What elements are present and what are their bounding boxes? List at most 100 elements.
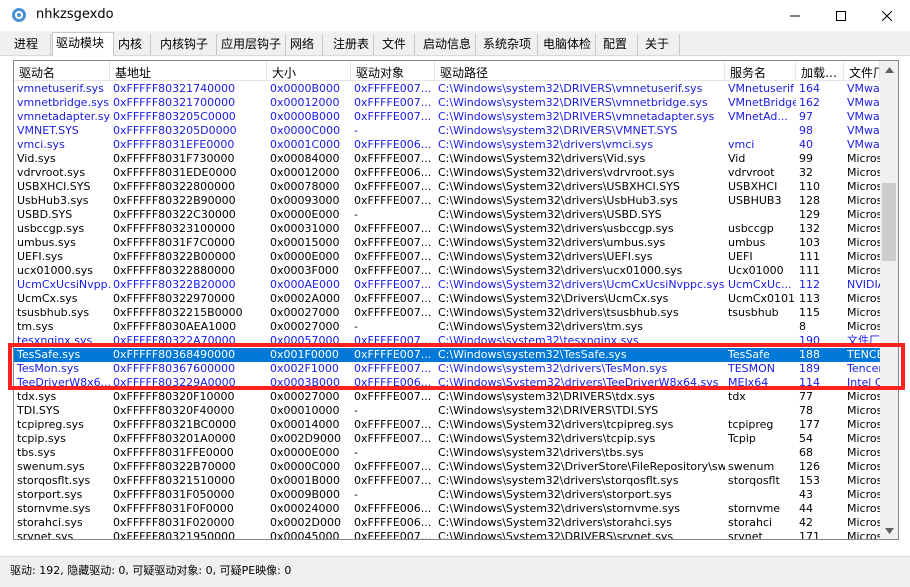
table-row[interactable]: umbus.sys 0xFFFFF8031F7C0000 0x00015000 0xF… [14, 236, 880, 250]
col-header-load-order[interactable]: 加载… [796, 61, 844, 81]
close-button[interactable] [864, 0, 910, 31]
table-row[interactable]: VMNET.SYS 0xFFFFF803205D0000 0x0000C000- C:… [14, 124, 880, 138]
cell-load-order: 78 [799, 404, 813, 417]
table-row[interactable]: storport.sys 0xFFFFF8031F050000 0x0009B000… [14, 488, 880, 502]
cell-driver-path: C:\Windows\System32\drivers\tcpipreg.sys [438, 418, 674, 431]
table-row[interactable]: ucx01000.sys 0xFFFFF80322880000 0x0003F000… [14, 264, 880, 278]
table-row[interactable]: TDI.SYS 0xFFFFF80320F40000 0x00010000 - C:\W… [14, 404, 880, 418]
table-row[interactable]: UsbHub3.sys 0xFFFFF80322B90000 0x00093000 0… [14, 194, 880, 208]
cell-base-address: 0xFFFFF80321700000 [113, 96, 236, 109]
cell-driver-path: C:\Windows\System32\drivers\tm.sys [438, 320, 643, 333]
cell-name: Vid.sys [17, 152, 56, 165]
cell-size: 0x0001C000 [270, 138, 341, 151]
cell-driver-object: 0xFFFFE006... [354, 376, 432, 389]
table-row[interactable]: vmnetbridge.sys 0xFFFFF80321700000 0x00012… [14, 96, 880, 110]
col-header-object[interactable]: 驱动对象 [351, 61, 435, 81]
maximize-button[interactable] [818, 0, 864, 31]
cell-size: 0x0001B000 [270, 474, 341, 487]
table-row[interactable]: usbccgp.sys 0xFFFFF80323100000 0x00031000 0… [14, 222, 880, 236]
cell-base-address: 0xFFFFF80322B70000 [113, 460, 236, 473]
tab-config[interactable]: 配置 [600, 34, 638, 55]
cell-name: USBD.SYS [17, 208, 73, 221]
cell-size: 0x00084000 [270, 152, 340, 165]
cell-vendor: Micros [847, 250, 880, 263]
table-row[interactable]: USBD.SYS 0xFFFFF80322C30000 0x0000E000 - C:\… [14, 208, 880, 222]
cell-driver-path: C:\Windows\System32\drivers\storport.sys [438, 488, 672, 501]
table-row[interactable]: vmnetadapter.sys 0xFFFFF803205C0000 0x0000… [14, 110, 880, 124]
table-row[interactable]: UcmCx.sys 0xFFFFF80322970000 0x0002A000 0xF… [14, 292, 880, 306]
table-row[interactable]: tbs.sys 0xFFFFF8031FFE0000 0x0000E000 - C:\W… [14, 446, 880, 460]
tab-process[interactable]: 进程 [11, 34, 51, 55]
tab-network[interactable]: 网络 [287, 34, 323, 55]
cell-load-order: 111 [799, 264, 820, 277]
cell-service-name: umbus [728, 236, 766, 249]
col-header-size[interactable]: 大小 [267, 61, 351, 81]
table-row[interactable]: tesxnginx.sys 0xFFFFF80322A70000 0x0005700… [14, 334, 880, 348]
cell-name: umbus.sys [17, 236, 76, 249]
table-row[interactable]: storahci.sys 0xFFFFF8031F020000 0x0002D000… [14, 516, 880, 530]
table-row[interactable]: USBXHCI.SYS 0xFFFFF80322800000 0x00078000 0… [14, 180, 880, 194]
vertical-scrollbar[interactable] [880, 61, 898, 539]
cell-load-order: 43 [799, 488, 813, 501]
cell-vendor: Micros [847, 180, 880, 193]
table-row[interactable]: TeeDriverW8x6... 0xFFFFF803229A0000 0x0003… [14, 376, 880, 390]
table-row[interactable]: Vid.sys 0xFFFFF8031F730000 0x00084000 0xFFF… [14, 152, 880, 166]
tab-kernel-hooks[interactable]: 内核钩子 [157, 34, 217, 55]
table-row[interactable]: swenum.sys 0xFFFFF80322B70000 0x0000C000 0x… [14, 460, 880, 474]
col-header-base[interactable]: 基地址 [110, 61, 267, 81]
table-row[interactable]: tm.sys 0xFFFFF8030AEA1000 0x00027000 - C:\Wi… [14, 320, 880, 334]
cell-driver-object: 0xFFFFE006... [354, 138, 432, 151]
cell-service-name: Vid [728, 152, 746, 165]
cell-name: vmnetbridge.sys [17, 96, 110, 109]
table-row[interactable]: TesMon.sys 0xFFFFF80367600000 0x002F1000 0x… [14, 362, 880, 376]
cell-driver-path: C:\Windows\system32\DRIVERS\VMNET.SYS [438, 124, 678, 137]
cell-driver-object: 0xFFFFE007... [354, 236, 432, 249]
driver-list[interactable]: 驱动名 基地址 大小 驱动对象 驱动路径 服务名 加载… 文件厂 vmnetus… [13, 60, 899, 540]
table-row[interactable]: tcpip.sys 0xFFFFF803201A0000 0x002D9000 0xF… [14, 432, 880, 446]
col-header-path[interactable]: 驱动路径 [435, 61, 725, 81]
scroll-down-button[interactable] [880, 522, 898, 539]
col-header-service[interactable]: 服务名 [725, 61, 796, 81]
table-row[interactable]: tsusbhub.sys 0xFFFFF8032215B0000 0x0002700… [14, 306, 880, 320]
cell-size: 0x000AE000 [270, 278, 340, 291]
tab-registry[interactable]: 注册表 [330, 34, 374, 55]
status-text: 驱动: 192, 隐藏驱动: 0, 可疑驱动对象: 0, 可疑PE映像: 0 [10, 564, 292, 577]
table-row[interactable]: UcmCxUcsiNvpp... 0xFFFFF80322B20000 0x000A… [14, 278, 880, 292]
tab-about[interactable]: 关于 [642, 34, 680, 55]
table-row[interactable]: storqosflt.sys 0xFFFFF80321510000 0x0001B0… [14, 474, 880, 488]
tab-app-hooks[interactable]: 应用层钩子 [218, 34, 286, 55]
tab-files[interactable]: 文件 [379, 34, 415, 55]
scroll-up-button[interactable] [880, 61, 898, 78]
cell-service-name: tsusbhub [728, 306, 779, 319]
table-row[interactable]: UEFI.sys 0xFFFFF80322B00000 0x0000E000 0xFF… [14, 250, 880, 264]
col-header-name[interactable]: 驱动名 [14, 61, 110, 81]
cell-vendor: VMwar [847, 82, 880, 95]
table-row[interactable]: stornvme.sys 0xFFFFF8031F0F0000 0x00024000… [14, 502, 880, 516]
cell-load-order: 44 [799, 502, 813, 515]
cell-base-address: 0xFFFFF8031F0F0000 [113, 502, 234, 515]
tab-kernel[interactable]: 内核 [115, 34, 151, 55]
tab-startup[interactable]: 启动信息 [420, 34, 476, 55]
table-row[interactable]: vmci.sys 0xFFFFF8031EFE0000 0x0001C000 0xFF… [14, 138, 880, 152]
scroll-thumb[interactable] [882, 183, 896, 261]
cell-load-order: 171 [799, 530, 820, 540]
tab-driver-modules[interactable]: 驱动模块 [52, 32, 114, 56]
table-row[interactable]: srvnet.sys 0xFFFFF80321950000 0x00045000 0x… [14, 530, 880, 540]
cell-base-address: 0xFFFFF80367600000 [113, 362, 236, 375]
table-row[interactable]: vdrvroot.sys 0xFFFFF8031EDE0000 0x00012000… [14, 166, 880, 180]
table-row[interactable]: tdx.sys 0xFFFFF80320F10000 0x00027000 0xFFF… [14, 390, 880, 404]
cell-size: 0x00027000 [270, 306, 340, 319]
tab-pc-checkup[interactable]: 电脑体检 [540, 34, 596, 55]
cell-driver-object: - [354, 404, 358, 417]
minimize-button[interactable] [772, 0, 818, 31]
tab-bar: 进程 驱动模块 内核 内核钩子 应用层钩子 网络 注册表 文件 启动信息 系统杂… [0, 31, 910, 56]
tab-system-misc[interactable]: 系统杂项 [480, 34, 538, 55]
cell-load-order: 98 [799, 124, 813, 137]
table-row[interactable]: tcpipreg.sys 0xFFFFF80321BC0000 0x00014000… [14, 418, 880, 432]
table-row[interactable]: TesSafe.sys 0xFFFFF80368490000 0x001F0000 0… [14, 348, 880, 362]
cell-driver-path: C:\Windows\System32\drivers\stornvme.sys [438, 502, 680, 515]
table-row[interactable]: vmnetuserif.sys 0xFFFFF80321740000 0x0000B… [14, 82, 880, 96]
col-header-vendor[interactable]: 文件厂 [844, 61, 880, 81]
cell-vendor: VMwar [847, 96, 880, 109]
cell-driver-path: C:\Windows\system32\drivers\vmci.sys [438, 138, 653, 151]
